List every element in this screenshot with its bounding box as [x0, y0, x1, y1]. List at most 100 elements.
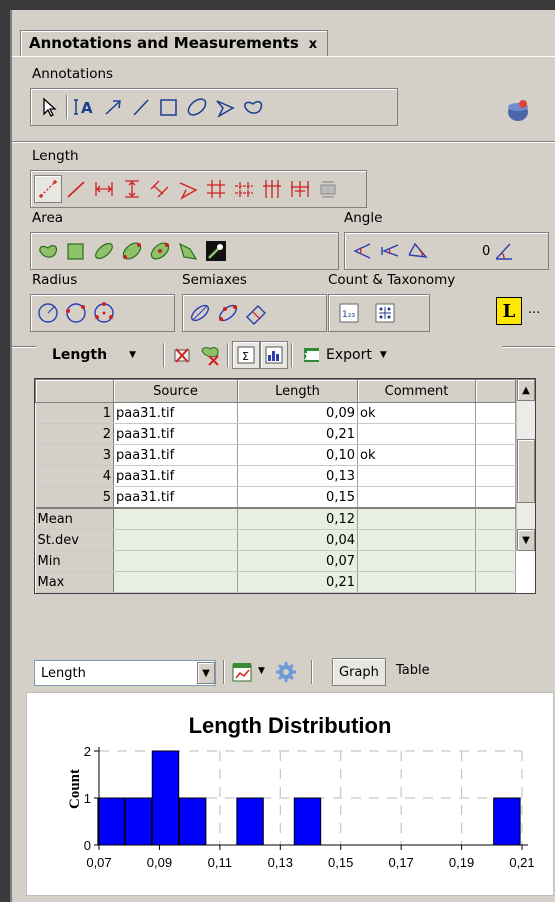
grid-length-icon[interactable]: [202, 175, 230, 203]
ellipse-annotation-icon[interactable]: [183, 93, 211, 121]
delete-all-icon[interactable]: [196, 341, 224, 369]
tab-table[interactable]: Table: [396, 663, 430, 678]
stat-empty: [113, 571, 238, 593]
svg-text:1₂₃: 1₂₃: [342, 310, 355, 320]
delete-measurement-icon[interactable]: [168, 341, 196, 369]
comment-cell[interactable]: [357, 423, 476, 445]
circle-3point-area-icon[interactable]: [146, 237, 174, 265]
column-header-length[interactable]: Length: [237, 379, 358, 403]
calibration-icon[interactable]: [314, 175, 342, 203]
rectangle-annotation-icon[interactable]: [155, 93, 183, 121]
length-cell[interactable]: 0,10: [237, 444, 358, 466]
count-icon[interactable]: 1₂₃: [335, 299, 363, 327]
arrow-annotation-icon[interactable]: [99, 93, 127, 121]
scroll-thumb[interactable]: [517, 439, 535, 503]
source-cell[interactable]: paa31.tif: [113, 444, 238, 466]
radius-center-icon[interactable]: [34, 299, 62, 327]
comment-cell[interactable]: [357, 486, 476, 509]
polygon-area-icon[interactable]: [174, 237, 202, 265]
export-button[interactable]: X Export ▼: [296, 342, 393, 368]
tab-annotations-measurements[interactable]: Annotations and Measurements x: [20, 30, 329, 57]
chart-x-tick-label: 0,19: [449, 855, 474, 870]
chevron-down-icon[interactable]: ▼: [258, 666, 265, 676]
stat-name: Min: [35, 550, 114, 572]
ellipse-3point-area-icon[interactable]: [118, 237, 146, 265]
polyline-annotation-icon[interactable]: [211, 93, 239, 121]
polyline-length-icon[interactable]: [174, 175, 202, 203]
line-length-icon[interactable]: [62, 175, 90, 203]
angle-3point-icon[interactable]: [348, 237, 376, 265]
comment-cell[interactable]: ok: [357, 444, 476, 466]
tab-close-icon[interactable]: x: [309, 37, 317, 52]
comment-cell[interactable]: ok: [357, 402, 476, 424]
tab-underline: [12, 56, 555, 57]
column-header-comment[interactable]: Comment: [357, 379, 476, 403]
rectangle-area-icon[interactable]: [62, 237, 90, 265]
table-header-row: Source Length Comment: [35, 379, 516, 403]
angle-4point-icon[interactable]: [376, 237, 404, 265]
comment-cell[interactable]: [357, 465, 476, 487]
length-cell[interactable]: 0,13: [237, 465, 358, 487]
column-header[interactable]: [475, 379, 516, 403]
statistics-icon[interactable]: Σ: [232, 341, 260, 369]
chart-bar: [293, 797, 322, 846]
more-options[interactable]: ...: [528, 302, 540, 317]
source-cell[interactable]: paa31.tif: [113, 423, 238, 445]
table-row[interactable]: 4 paa31.tif 0,13: [35, 465, 516, 487]
radius-3point-icon[interactable]: [90, 299, 118, 327]
crosshair-lines-icon[interactable]: [286, 175, 314, 203]
table-row[interactable]: 5 paa31.tif 0,15: [35, 486, 516, 509]
table-scrollbar[interactable]: ▲ ▼: [516, 379, 535, 551]
stat-value: 0,04: [237, 529, 358, 551]
scroll-up-icon[interactable]: ▲: [517, 379, 535, 401]
source-cell[interactable]: paa31.tif: [113, 465, 238, 487]
table-row[interactable]: 1 paa31.tif 0,09 ok: [35, 402, 516, 424]
source-cell[interactable]: paa31.tif: [113, 402, 238, 424]
semiaxes-points-icon[interactable]: [214, 299, 242, 327]
source-cell[interactable]: paa31.tif: [113, 486, 238, 509]
column-header[interactable]: [35, 379, 114, 403]
line-annotation-icon[interactable]: [127, 93, 155, 121]
graph-measurement-select[interactable]: Length ▼: [34, 660, 216, 686]
stat-row-min: Min 0,07: [35, 550, 516, 572]
length-cell[interactable]: 0,09: [237, 402, 358, 424]
annotation-layer-button[interactable]: [502, 94, 534, 126]
horizontal-lines-icon[interactable]: [230, 175, 258, 203]
scroll-down-icon[interactable]: ▼: [517, 529, 535, 551]
freehand-annotation-icon[interactable]: [239, 93, 267, 121]
length-cell[interactable]: 0,21: [237, 423, 358, 445]
semiaxes-toolbar: [182, 294, 327, 332]
length-cell[interactable]: 0,15: [237, 486, 358, 509]
vertical-length-icon[interactable]: [118, 175, 146, 203]
gear-icon[interactable]: [272, 658, 300, 686]
pointer-icon[interactable]: [35, 93, 63, 121]
column-header-source[interactable]: Source: [113, 379, 238, 403]
stat-value: 0,07: [237, 550, 358, 572]
semiaxes-ellipse-icon[interactable]: [186, 299, 214, 327]
table-row[interactable]: 3 paa31.tif 0,10 ok: [35, 444, 516, 466]
point-to-point-icon[interactable]: [34, 175, 62, 203]
layer-l-icon[interactable]: L: [496, 297, 522, 325]
horizontal-length-icon[interactable]: [90, 175, 118, 203]
ellipse-area-icon[interactable]: [90, 237, 118, 265]
angle-reference-icon[interactable]: [490, 237, 518, 265]
measurement-select[interactable]: Length ▼: [40, 342, 160, 368]
chart-x-tick-label: 0,21: [509, 855, 534, 870]
perpendicular-length-icon[interactable]: [146, 175, 174, 203]
radius-2point-icon[interactable]: [62, 299, 90, 327]
freehand-area-icon[interactable]: [34, 237, 62, 265]
semiaxes-rectangle-icon[interactable]: [242, 299, 270, 327]
angle-polyline-icon[interactable]: [404, 237, 432, 265]
chart-type-icon[interactable]: [228, 658, 256, 686]
chevron-down-icon[interactable]: ▼: [197, 662, 215, 684]
chart-bar: [124, 797, 152, 846]
table-row[interactable]: 2 paa31.tif 0,21: [35, 423, 516, 445]
extra-cell: [475, 423, 516, 445]
taxonomy-icon[interactable]: [371, 299, 399, 327]
tab-graph[interactable]: Graph: [332, 658, 386, 686]
vertical-lines-icon[interactable]: [258, 175, 286, 203]
histogram-icon[interactable]: [260, 341, 288, 369]
text-annotation-icon[interactable]: A: [71, 93, 99, 121]
magic-wand-area-icon[interactable]: [202, 237, 230, 265]
stat-empty: [357, 550, 476, 572]
